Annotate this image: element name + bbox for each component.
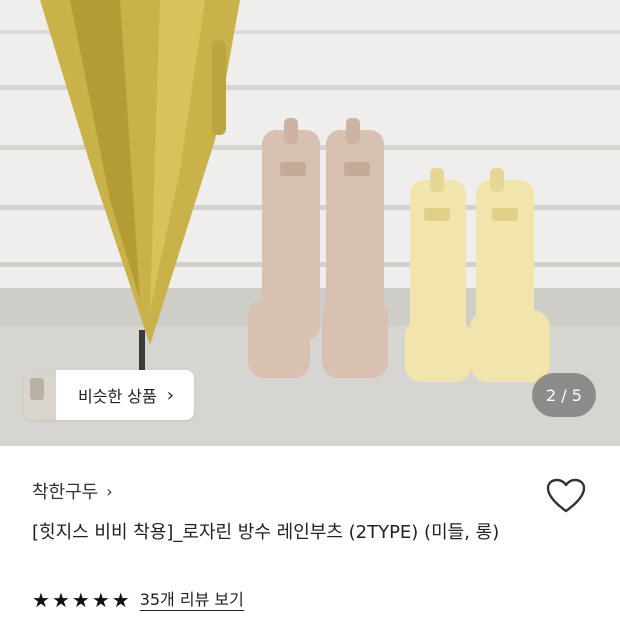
product-title: [힛지스 비비 착용]_로자린 방수 레인부츠 (2TYPE) (미들, 롱) bbox=[32, 522, 500, 543]
star-icon: ★ bbox=[32, 588, 50, 612]
star-icon: ★ bbox=[71, 588, 90, 612]
similar-products-button[interactable]: 비슷한 상품 › bbox=[24, 370, 194, 420]
rating-row: ★ ★ ★ ★ ★ 35개 리뷰 보기 bbox=[32, 588, 244, 612]
star-icon: ★ bbox=[51, 588, 70, 612]
heart-outline-icon[interactable] bbox=[546, 478, 586, 514]
product-image-carousel[interactable]: 비슷한 상품 › 2 / 5 bbox=[0, 0, 620, 446]
star-icon: ★ bbox=[111, 588, 130, 612]
brand-name: 착한구두 bbox=[32, 482, 99, 503]
chevron-right-icon: › bbox=[106, 481, 113, 501]
brand-link[interactable]: 착한구두 › bbox=[32, 478, 113, 504]
similar-products-label: 비슷한 상품 bbox=[78, 387, 157, 406]
similar-product-thumbnail bbox=[24, 370, 56, 420]
chevron-right-icon: › bbox=[166, 384, 174, 406]
review-link[interactable]: 35개 리뷰 보기 bbox=[139, 590, 244, 611]
star-icon: ★ bbox=[91, 588, 110, 612]
star-rating: ★ ★ ★ ★ ★ bbox=[32, 588, 130, 612]
image-counter: 2 / 5 bbox=[532, 373, 596, 417]
